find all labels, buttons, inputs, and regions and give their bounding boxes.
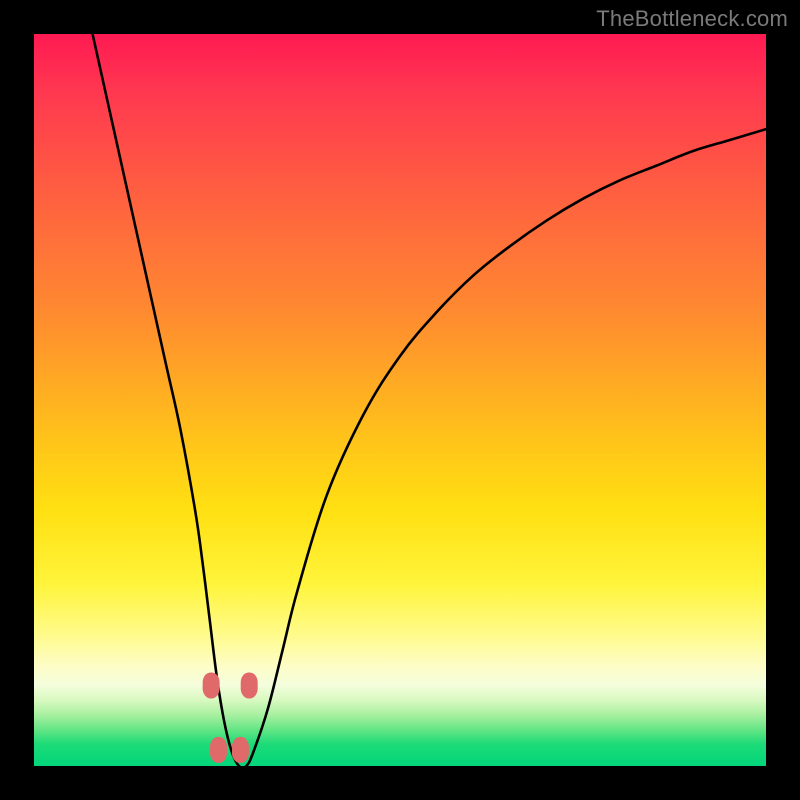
plot-area — [34, 34, 766, 766]
curve-marker — [203, 672, 220, 698]
chart-frame: TheBottleneck.com — [0, 0, 800, 800]
curve-svg — [34, 34, 766, 766]
curve-marker — [241, 672, 258, 698]
bottleneck-curve — [93, 34, 766, 766]
curve-marker — [210, 737, 227, 763]
watermark-text: TheBottleneck.com — [596, 6, 788, 32]
curve-marker — [232, 737, 249, 763]
